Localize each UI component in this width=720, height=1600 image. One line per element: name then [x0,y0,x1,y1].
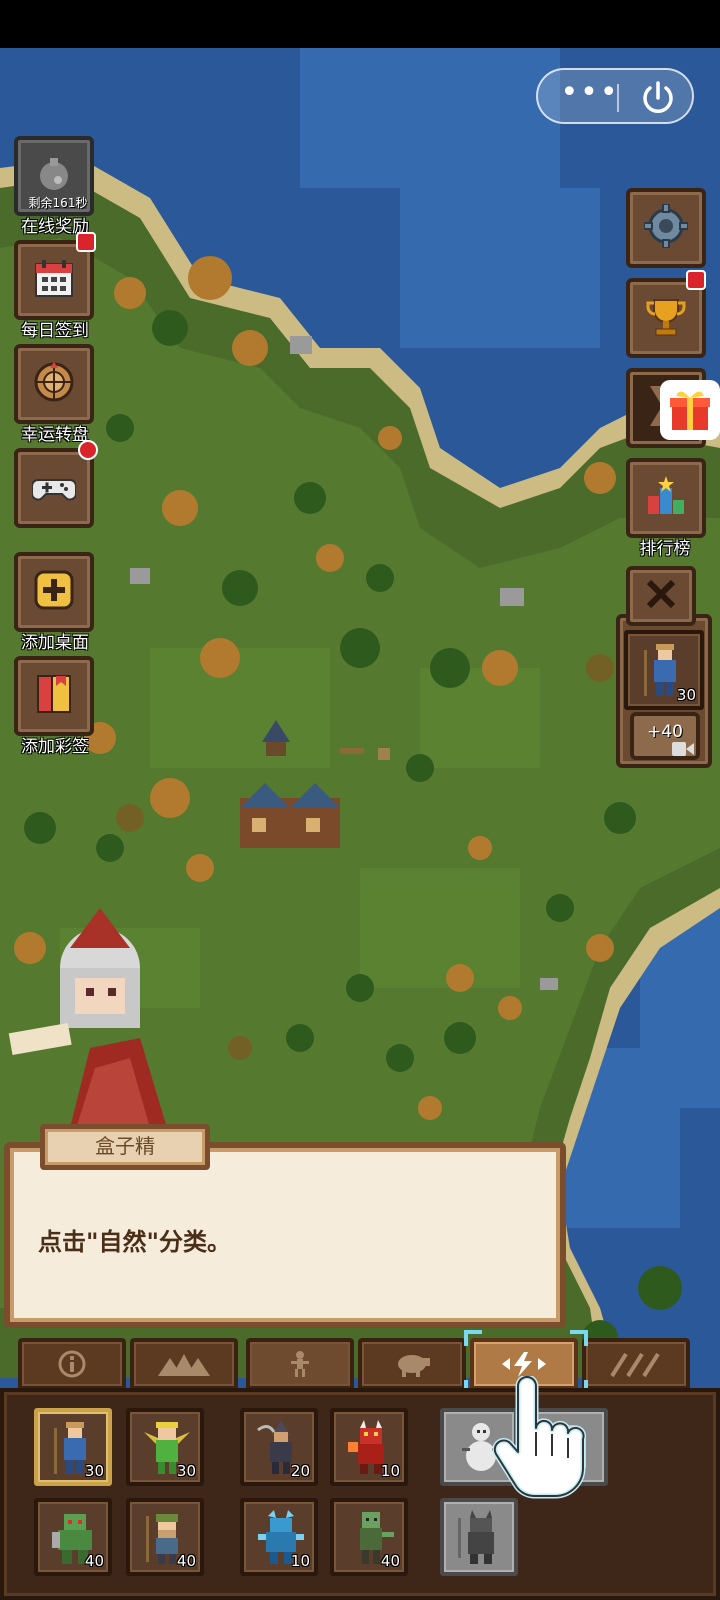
ad-bonus-label: +40 [647,722,683,742]
wheel-icon [34,362,74,402]
sheep-icon [398,1355,430,1377]
devil-icon [458,1510,494,1564]
close-icon [646,579,676,609]
unit-slot-demon[interactable]: 10 [330,1408,408,1486]
plus-icon [34,570,74,610]
unit-count: 40 [84,1552,104,1570]
settings-button[interactable] [626,188,706,268]
gamepad-icon [32,479,76,501]
add-desktop-label: 添加桌面 [21,633,89,653]
add-desktop-button[interactable] [14,552,94,632]
mini-program-capsule: ••• [536,68,694,124]
unit-slot-dwarf[interactable]: 40 [126,1498,204,1576]
unit-count: 30 [176,1462,196,1480]
daily-signin-notification-badge [76,232,96,252]
mountains-icon [158,1354,210,1376]
calendar-icon [35,260,73,297]
trophy-button[interactable] [626,278,706,358]
unit-count: 20 [290,1462,310,1480]
tab-terrain[interactable] [130,1338,238,1390]
unit-slot-assassin[interactable]: 20 [240,1408,318,1486]
more-menu-button[interactable]: ••• [560,78,620,112]
bomb-bag-icon [40,158,68,190]
side-unit-count: 30 [676,686,696,704]
add-tag-label: 添加彩签 [21,737,89,757]
tab-animals[interactable] [358,1338,466,1390]
unit-slot-ice-creature[interactable]: 10 [240,1498,318,1576]
trophy-notification-badge [686,270,706,290]
tab-info[interactable] [18,1338,126,1390]
gift-button[interactable] [660,380,720,440]
gift-icon [670,391,710,430]
ranking-label: 排行榜 [639,539,691,559]
ranking-button[interactable] [626,458,706,538]
unit-slot-farmer[interactable]: 30 [34,1408,112,1486]
unit-count: 10 [380,1462,400,1480]
gear-icon [644,204,688,248]
tag-icon [37,675,71,713]
video-icon [672,742,694,756]
dialog-text: 点击"自然"分类。 [38,1228,232,1256]
tab-tools[interactable] [582,1338,690,1390]
unit-count: 10 [290,1552,310,1570]
tab-creatures[interactable] [246,1338,354,1390]
side-unit-farmer-slot[interactable]: 30 [624,630,704,710]
power-icon[interactable] [638,78,678,118]
ad-bonus-button[interactable]: +40 [630,712,700,760]
add-tag-button[interactable] [14,656,94,736]
online-reward-button[interactable]: 剩余161秒 [14,136,94,216]
close-button[interactable] [626,566,696,626]
online-reward-timer: 剩余161秒 [28,196,88,210]
unit-count: 30 [84,1462,104,1480]
daily-signin-button[interactable] [14,240,94,320]
ranking-icon [648,476,684,514]
speaker-name: 盒子精 [40,1124,210,1170]
games-button[interactable] [14,448,94,528]
unit-slot-devil[interactable] [440,1498,518,1576]
tutorial-hand-pointer-icon [492,1376,587,1499]
trophy-icon [646,299,686,336]
info-icon [58,1350,86,1378]
lucky-wheel-button[interactable] [14,344,94,424]
unit-slot-elf[interactable]: 30 [126,1408,204,1486]
daily-signin-label: 每日签到 [21,321,89,341]
game-screen: ••• 剩余161秒 在线奖励 每日签到 幸运转盘 添加桌面 添加彩签 排行榜 … [0,0,720,1600]
unit-count: 40 [176,1552,196,1570]
status-bar [0,0,720,48]
tools-icon [610,1352,660,1378]
capsule-divider [617,84,619,112]
human-icon [291,1351,309,1377]
unit-slot-zombie[interactable]: 40 [330,1498,408,1576]
unit-count: 40 [380,1552,400,1570]
unit-slot-orc[interactable]: 40 [34,1498,112,1576]
games-notification-dot [78,440,98,460]
